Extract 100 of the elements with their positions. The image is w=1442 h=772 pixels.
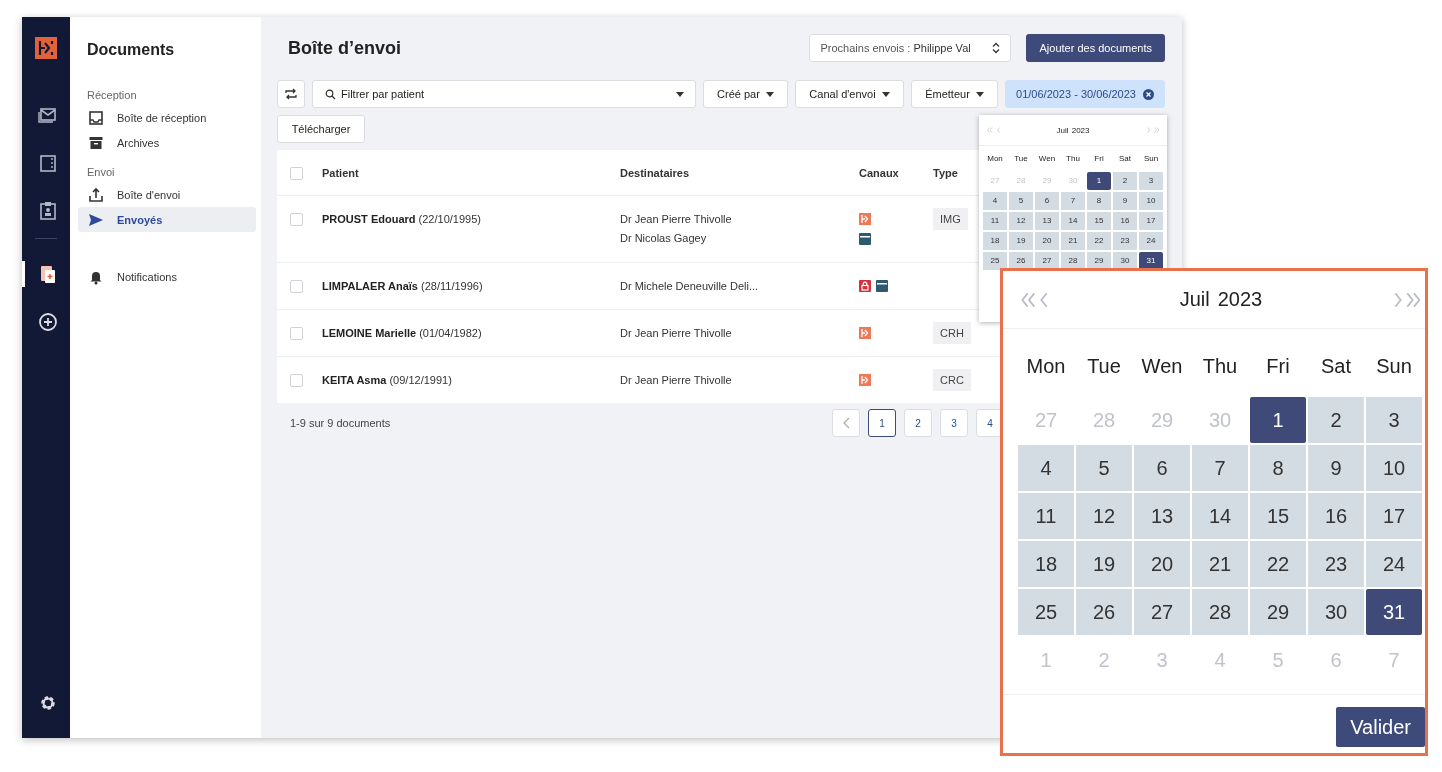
padlock-icon (859, 280, 871, 292)
month-label[interactable]: Juil (1056, 125, 1069, 135)
patient-name: LEMOINE Marielle (01/04/1982) (322, 327, 482, 339)
calendar-day[interactable]: 4 (983, 192, 1007, 210)
calendar-day[interactable]: 6 (1134, 445, 1190, 491)
sidebar-item[interactable]: Archives (78, 130, 256, 155)
calendar-day[interactable]: 7 (1192, 445, 1248, 491)
calendar-day[interactable]: 20 (1134, 541, 1190, 587)
checkbox[interactable] (290, 167, 303, 180)
calendar-day[interactable]: 21 (1061, 232, 1085, 250)
section-label: Réception (87, 89, 138, 101)
calendar-day[interactable]: 9 (1113, 192, 1137, 210)
caret-icon (676, 92, 684, 97)
calendar-day[interactable]: 14 (1192, 493, 1248, 539)
checkbox[interactable] (290, 374, 303, 387)
validate-button[interactable]: Valider (1336, 707, 1425, 747)
calendar-day[interactable]: 16 (1308, 493, 1364, 539)
calendar-day[interactable]: 23 (1308, 541, 1364, 587)
calendar-day[interactable]: 15 (1087, 212, 1111, 230)
calendar-day[interactable]: 22 (1250, 541, 1306, 587)
sidebar-item[interactable]: Notifications (78, 264, 256, 289)
year-label[interactable]: 2023 (1217, 288, 1263, 311)
calendar-day[interactable]: 15 (1250, 493, 1306, 539)
calendar-day[interactable]: 11 (983, 212, 1007, 230)
paper-plane-icon (88, 211, 104, 228)
calendar-day[interactable]: 25 (983, 252, 1007, 270)
page-button[interactable]: 1 (868, 409, 896, 437)
column-header: Destinataires (620, 167, 690, 179)
sidebar-item[interactable]: Envoyés (78, 207, 256, 232)
calendar-day[interactable]: 13 (1134, 493, 1190, 539)
recipient-name: Dr Nicolas Gagey (620, 232, 707, 244)
calendar-day[interactable]: 5 (1009, 192, 1033, 210)
calendar-day[interactable]: 26 (1076, 589, 1132, 635)
calendar-day[interactable]: 10 (1366, 445, 1422, 491)
filter-dropdown[interactable]: Canal d'envoi (795, 80, 904, 108)
calendar-day[interactable]: 16 (1113, 212, 1137, 230)
weekday-label: Thu (1201, 354, 1239, 379)
calendar-day[interactable]: 19 (1009, 232, 1033, 250)
weekday-label: Wen (1140, 354, 1184, 379)
calendar-day[interactable]: 2 (1113, 172, 1137, 190)
type-tag: CRC (933, 369, 971, 391)
calendar-day[interactable]: 7 (1061, 192, 1085, 210)
sidebar-item[interactable]: Boîte d'envoi (78, 182, 256, 207)
calendar-day[interactable]: 19 (1076, 541, 1132, 587)
calendar-day[interactable]: 1 (1250, 397, 1306, 443)
calendar-day[interactable]: 3 (1366, 397, 1422, 443)
calendar-day[interactable]: 18 (1018, 541, 1074, 587)
calendar-day[interactable]: 1 (1087, 172, 1111, 190)
calendar-day[interactable]: 24 (1139, 232, 1163, 250)
calendar-day[interactable]: 2 (1308, 397, 1364, 443)
sidebar-item[interactable]: Boîte de réception (78, 105, 256, 130)
filter-dropdown[interactable]: Créé par (703, 80, 788, 108)
calendar-day[interactable]: 18 (983, 232, 1007, 250)
calendar-day[interactable]: 24 (1366, 541, 1422, 587)
calendar-day[interactable]: 29 (1250, 589, 1306, 635)
download-button[interactable]: Télécharger (277, 115, 365, 143)
refresh-button[interactable] (277, 80, 305, 108)
checkbox[interactable] (290, 327, 303, 340)
calendar-day[interactable]: 31 (1366, 589, 1422, 635)
checkbox[interactable] (290, 213, 303, 226)
weekday-label: Sat (1118, 153, 1132, 165)
calendar-day[interactable]: 27 (1134, 589, 1190, 635)
page-button[interactable]: 2 (904, 409, 932, 437)
calendar-day[interactable]: 8 (1250, 445, 1306, 491)
calendar-day[interactable]: 13 (1035, 212, 1059, 230)
calendar-day[interactable]: 21 (1192, 541, 1248, 587)
calendar-day[interactable]: 14 (1061, 212, 1085, 230)
calendar-day[interactable]: 3 (1139, 172, 1163, 190)
calendar-day[interactable]: 17 (1139, 212, 1163, 230)
type-tag: CRH (933, 322, 971, 344)
calendar-day[interactable]: 12 (1076, 493, 1132, 539)
double-chevron-right-icon (1406, 291, 1421, 308)
calendar-day[interactable]: 9 (1308, 445, 1364, 491)
calendar-day[interactable]: 8 (1087, 192, 1111, 210)
calendar-day[interactable]: 6 (1035, 192, 1059, 210)
calendar-day[interactable]: 22 (1087, 232, 1111, 250)
calendar-day[interactable]: 17 (1366, 493, 1422, 539)
card-icon (859, 233, 871, 245)
sender-select[interactable]: Prochains envois : Philippe Val (809, 34, 1012, 62)
filter-dropdown[interactable]: Émetteur (911, 80, 998, 108)
checkbox[interactable] (290, 280, 303, 293)
add-documents-button[interactable]: Ajouter des documents (1026, 34, 1165, 62)
calendar-day[interactable]: 30 (1308, 589, 1364, 635)
calendar-day[interactable]: 25 (1018, 589, 1074, 635)
calendar-day[interactable]: 28 (1192, 589, 1248, 635)
calendar-day[interactable]: 23 (1113, 232, 1137, 250)
patient-name: PROUST Edouard (22/10/1995) (322, 213, 481, 225)
month-label[interactable]: Juil (1179, 288, 1210, 311)
calendar-day[interactable]: 5 (1076, 445, 1132, 491)
year-label[interactable]: 2023 (1071, 125, 1090, 135)
calendar-day[interactable]: 20 (1035, 232, 1059, 250)
calendar-day[interactable]: 4 (1018, 445, 1074, 491)
calendar-day[interactable]: 11 (1018, 493, 1074, 539)
date-range-filter[interactable]: 01/06/2023 - 30/06/2023 (1005, 80, 1165, 108)
recipient-name: Dr Jean Pierre Thivolle (620, 327, 732, 339)
calendar-day[interactable]: 12 (1009, 212, 1033, 230)
calendar-day[interactable]: 10 (1139, 192, 1163, 210)
page-button[interactable]: 3 (940, 409, 968, 437)
patient-filter-field[interactable]: Filtrer par patient (312, 80, 696, 108)
double-chevron-left-icon (1021, 291, 1036, 308)
